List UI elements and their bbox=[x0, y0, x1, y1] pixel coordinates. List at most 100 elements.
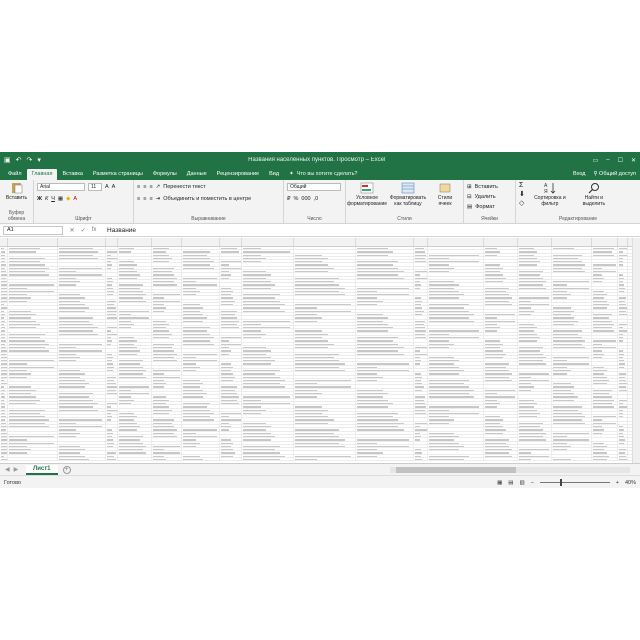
grid-cell[interactable] bbox=[242, 428, 294, 431]
grid-cell[interactable] bbox=[356, 441, 414, 444]
grid-cell[interactable] bbox=[592, 454, 618, 457]
grid-cell[interactable] bbox=[8, 458, 58, 461]
grid-cell[interactable] bbox=[356, 454, 414, 457]
grid-cell[interactable] bbox=[242, 309, 294, 312]
grid-cell[interactable] bbox=[484, 401, 518, 405]
grid-cell[interactable] bbox=[242, 322, 294, 326]
grid-cell[interactable] bbox=[618, 247, 628, 250]
grid-cell[interactable] bbox=[428, 312, 484, 316]
grid-cell[interactable] bbox=[118, 270, 152, 273]
grid-cell[interactable] bbox=[152, 448, 182, 451]
grid-cell[interactable] bbox=[592, 253, 618, 256]
grid-cell[interactable] bbox=[118, 441, 152, 444]
grid-cell[interactable] bbox=[552, 405, 592, 408]
grid-cell[interactable] bbox=[182, 359, 220, 362]
grid-cell[interactable] bbox=[356, 378, 414, 382]
grid-cell[interactable] bbox=[294, 303, 356, 306]
grid-cell[interactable] bbox=[552, 349, 592, 352]
grid-cell[interactable] bbox=[220, 421, 242, 425]
grid-cell[interactable] bbox=[484, 382, 518, 385]
grid-cell[interactable] bbox=[118, 352, 152, 355]
grid-cell[interactable] bbox=[182, 431, 220, 434]
grid-cell[interactable] bbox=[592, 378, 618, 382]
grid-cell[interactable] bbox=[106, 306, 118, 309]
grid-cell[interactable] bbox=[294, 289, 356, 293]
grid-cell[interactable] bbox=[618, 319, 628, 322]
grid-cell[interactable] bbox=[428, 375, 484, 378]
grid-cell[interactable] bbox=[8, 359, 58, 362]
grid-cell[interactable] bbox=[242, 299, 294, 303]
grid-cell[interactable] bbox=[106, 458, 118, 461]
grid-cell[interactable] bbox=[618, 458, 628, 461]
grid-cell[interactable] bbox=[152, 398, 182, 401]
grid-cell[interactable] bbox=[106, 448, 118, 451]
grid-cell[interactable] bbox=[152, 388, 182, 392]
grid-cell[interactable] bbox=[8, 279, 58, 283]
grid-cell[interactable] bbox=[242, 398, 294, 401]
grid-cell[interactable] bbox=[428, 372, 484, 375]
format-cells-button[interactable]: Формат bbox=[475, 204, 495, 210]
grid-cell[interactable] bbox=[518, 332, 552, 336]
grid-cell[interactable] bbox=[8, 434, 58, 438]
grid-cell[interactable] bbox=[592, 421, 618, 425]
grid-cell[interactable] bbox=[58, 266, 106, 270]
grid-cell[interactable] bbox=[8, 362, 58, 365]
grid-cell[interactable] bbox=[220, 322, 242, 326]
grid-cell[interactable] bbox=[152, 365, 182, 368]
grid-cell[interactable] bbox=[428, 448, 484, 451]
grid-cell[interactable] bbox=[118, 263, 152, 266]
grid-cell[interactable] bbox=[414, 368, 428, 372]
grid-cell[interactable] bbox=[618, 306, 628, 309]
grid-cell[interactable] bbox=[428, 434, 484, 438]
grid-cell[interactable] bbox=[152, 434, 182, 438]
grid-cell[interactable] bbox=[220, 289, 242, 293]
grid-cell[interactable] bbox=[294, 312, 356, 316]
grid-cell[interactable] bbox=[8, 365, 58, 368]
grid-cell[interactable] bbox=[518, 352, 552, 355]
grid-cell[interactable] bbox=[242, 458, 294, 461]
grid-cell[interactable] bbox=[294, 270, 356, 273]
grid-cell[interactable] bbox=[0, 319, 8, 322]
grid-cell[interactable] bbox=[428, 260, 484, 263]
grid-cell[interactable] bbox=[118, 316, 152, 319]
grid-cell[interactable] bbox=[294, 322, 356, 326]
grid-cell[interactable] bbox=[8, 395, 58, 398]
grid-cell[interactable] bbox=[106, 434, 118, 438]
grid-cell[interactable] bbox=[356, 444, 414, 448]
grid-cell[interactable] bbox=[414, 263, 428, 266]
grid-cell[interactable] bbox=[592, 385, 618, 388]
grid-cell[interactable] bbox=[242, 362, 294, 365]
grid-cell[interactable] bbox=[58, 355, 106, 359]
grid-cell[interactable] bbox=[152, 329, 182, 332]
grid-cell[interactable] bbox=[618, 253, 628, 256]
grid-cell[interactable] bbox=[552, 382, 592, 385]
grid-cell[interactable] bbox=[182, 368, 220, 372]
grid-cell[interactable] bbox=[0, 293, 8, 296]
grid-cell[interactable] bbox=[8, 411, 58, 415]
align-top-icon[interactable]: ≡ bbox=[137, 184, 140, 190]
grid-cell[interactable] bbox=[242, 431, 294, 434]
grid-cell[interactable] bbox=[552, 312, 592, 316]
grid-cell[interactable] bbox=[618, 279, 628, 283]
grid-cell[interactable] bbox=[414, 398, 428, 401]
grid-cell[interactable] bbox=[484, 448, 518, 451]
grid-cell[interactable] bbox=[552, 451, 592, 454]
grid-cell[interactable] bbox=[220, 441, 242, 444]
grid-cell[interactable] bbox=[618, 312, 628, 316]
grid-cell[interactable] bbox=[518, 448, 552, 451]
grid-cell[interactable] bbox=[518, 458, 552, 461]
grid-cell[interactable] bbox=[552, 283, 592, 286]
grid-cell[interactable] bbox=[414, 256, 428, 260]
grid-cell[interactable] bbox=[220, 263, 242, 266]
grid-cell[interactable] bbox=[518, 260, 552, 263]
grid-cell[interactable] bbox=[118, 276, 152, 279]
grid-cell[interactable] bbox=[0, 441, 8, 444]
grid-cell[interactable] bbox=[294, 256, 356, 260]
grid-cell[interactable] bbox=[118, 306, 152, 309]
grid-cell[interactable] bbox=[356, 428, 414, 431]
grid-cell[interactable] bbox=[58, 253, 106, 256]
grid-cell[interactable] bbox=[106, 362, 118, 365]
grid-cell[interactable] bbox=[0, 349, 8, 352]
grid-cell[interactable] bbox=[182, 352, 220, 355]
grid-cell[interactable] bbox=[484, 451, 518, 454]
